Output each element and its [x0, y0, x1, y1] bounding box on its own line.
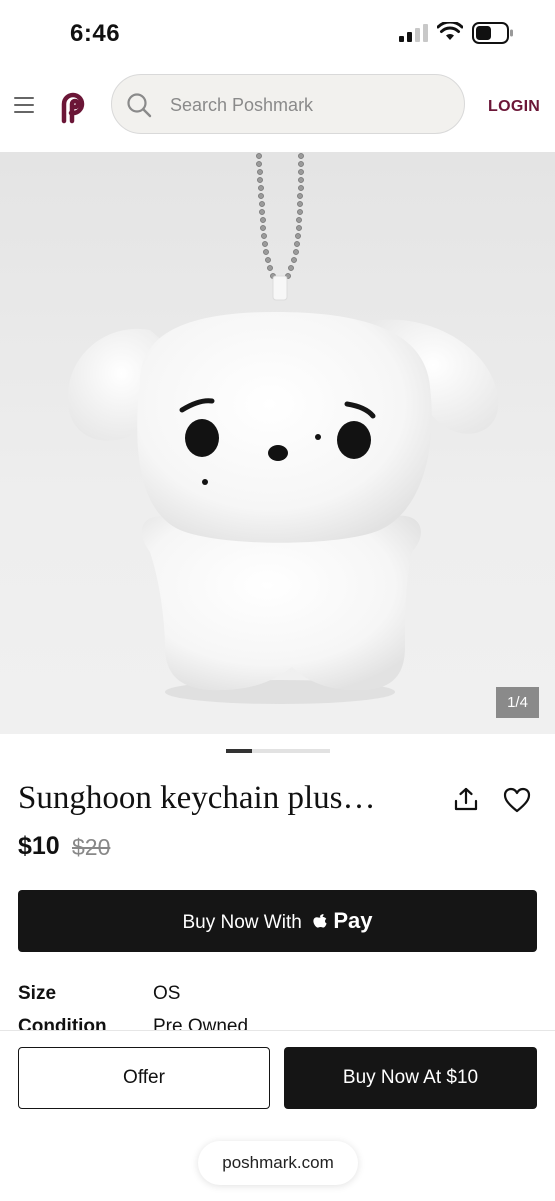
details-clipped-row: Condition Pre Owned	[0, 1010, 555, 1030]
condition-label: Condition	[18, 1016, 107, 1030]
gallery-pagination	[226, 749, 330, 753]
search-bar[interactable]	[111, 74, 465, 134]
login-link[interactable]: LOGIN	[488, 98, 540, 116]
apple-pay-label: Buy Now With	[182, 912, 302, 933]
poshmark-logo[interactable]	[55, 90, 89, 124]
hamburger-menu-icon[interactable]	[14, 97, 34, 115]
buy-now-button[interactable]: Buy Now At $10	[284, 1047, 537, 1109]
search-icon	[127, 93, 152, 118]
bottom-action-bar: Offer Buy Now At $10 poshmark.com	[0, 1030, 555, 1201]
search-input[interactable]	[168, 87, 452, 123]
top-nav: LOGIN	[0, 68, 555, 153]
cellular-signal-icon	[399, 24, 428, 42]
product-image[interactable]: 1/4	[0, 152, 555, 734]
battery-icon	[472, 22, 513, 44]
apple-logo-icon	[313, 914, 327, 928]
status-time: 6:46	[70, 20, 121, 47]
size-value: OS	[153, 983, 181, 1004]
offer-button[interactable]: Offer	[18, 1047, 270, 1109]
wifi-icon	[437, 22, 463, 40]
gallery-pagination-active	[226, 749, 252, 753]
like-heart-icon[interactable]	[503, 787, 531, 813]
image-counter: 1/4	[496, 687, 539, 718]
size-label: Size	[18, 983, 57, 1004]
browser-url-pill[interactable]: poshmark.com	[198, 1141, 358, 1185]
condition-value: Pre Owned	[153, 1016, 249, 1030]
share-icon[interactable]	[452, 786, 480, 814]
apple-pay-brand: Pay	[333, 908, 373, 933]
product-title: Sunghoon keychain plus…	[18, 780, 376, 816]
original-price: $20	[72, 834, 111, 860]
apple-pay-button[interactable]: Buy Now With Pay	[18, 890, 537, 952]
status-bar: 6:46	[0, 0, 555, 68]
plush-keychain-illustration	[67, 153, 499, 704]
sale-price: $10	[18, 832, 60, 860]
